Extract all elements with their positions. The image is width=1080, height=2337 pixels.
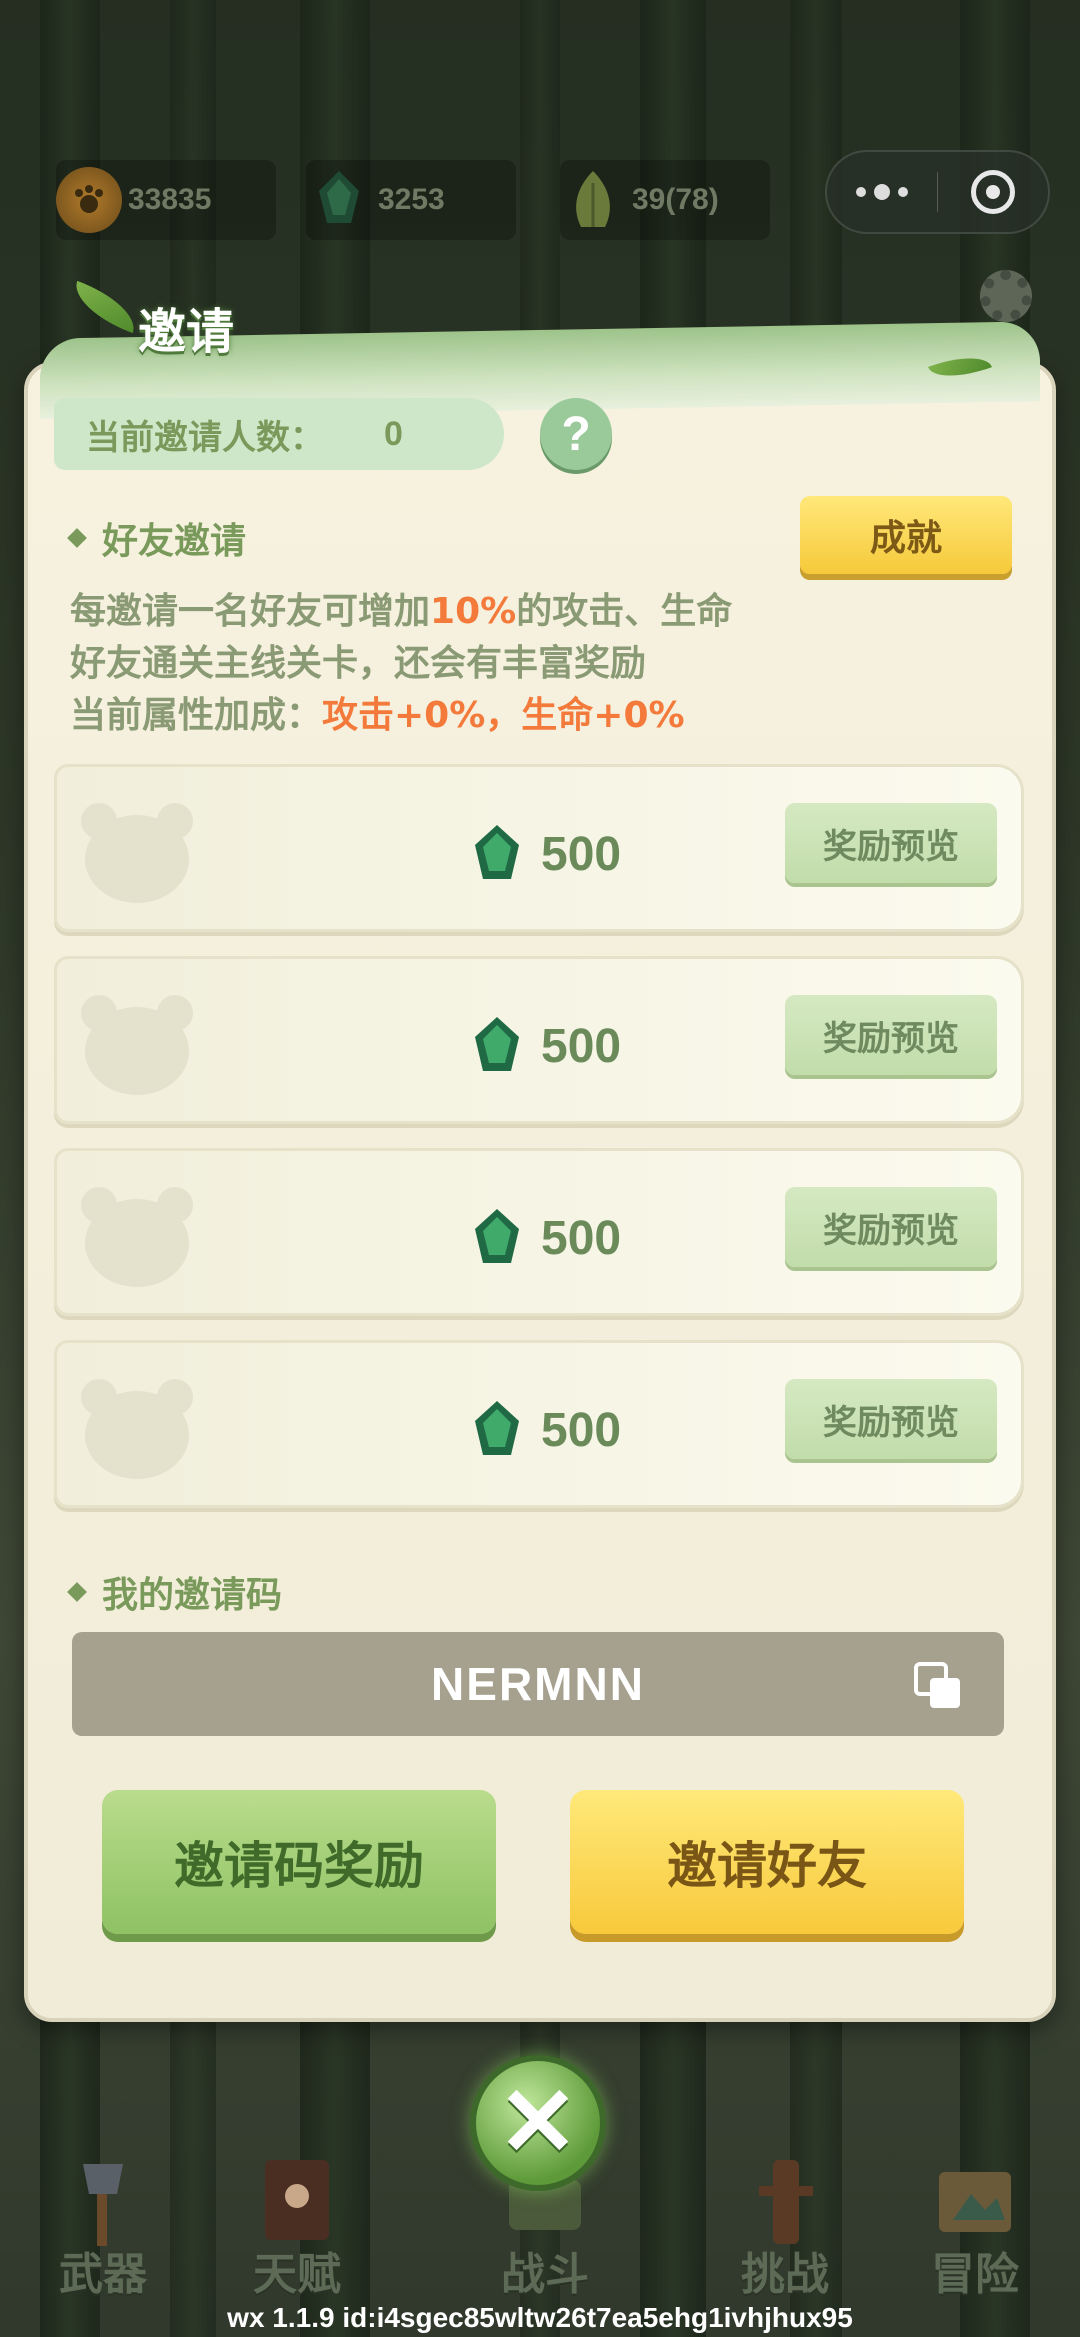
map-icon — [939, 2172, 1011, 2232]
panel-title: 邀请 — [138, 304, 235, 360]
bear-silhouette-icon — [81, 1187, 193, 1287]
bear-silhouette-icon — [81, 803, 193, 903]
attack-bonus-percent: 10% — [430, 591, 517, 632]
bamboo-shoot-icon — [560, 167, 626, 233]
nav-label: 战斗 — [501, 2249, 589, 2300]
settings-gear-icon[interactable] — [980, 270, 1032, 322]
reward-amount: 500 — [541, 828, 622, 881]
currency-bamboo-shoots: 39(78) — [560, 160, 770, 240]
invite-description-line1: 每邀请一名好友可增加10%的攻击、生命 — [70, 591, 733, 632]
close-icon: ✕ — [497, 2069, 579, 2176]
invite-code-reward-button[interactable]: 邀请码奖励 — [102, 1790, 496, 1934]
friend-invite-heading: 好友邀请 — [67, 512, 247, 564]
help-button[interactable]: ? — [540, 398, 612, 470]
nav-item-weapons[interactable]: 武器 — [18, 2130, 188, 2310]
reward-amount: 500 — [541, 1212, 622, 1265]
invite-reward-slot: 500 奖励预览 — [54, 1340, 1024, 1508]
nav-label: 天赋 — [253, 2249, 341, 2300]
reward-preview-button[interactable]: 奖励预览 — [785, 1187, 997, 1267]
reward-preview-button[interactable]: 奖励预览 — [785, 995, 997, 1075]
bear-silhouette-icon — [81, 995, 193, 1095]
reward-amount: 500 — [541, 1404, 622, 1457]
invite-count-label: 当前邀请人数： — [86, 417, 324, 458]
version-info: wx 1.1.9 id:i4sgec85wltw26t7ea5ehg1ivhjh… — [227, 2302, 853, 2333]
invite-code-title: 我的邀请码 — [102, 1575, 283, 1616]
diamond-bullet-icon — [67, 1582, 87, 1602]
nav-label: 挑战 — [741, 2249, 829, 2300]
book-icon — [265, 2160, 329, 2240]
nav-label: 冒险 — [931, 2249, 1019, 2300]
friend-invite-title: 好友邀请 — [102, 521, 247, 562]
invite-count-box: 当前邀请人数： 0 — [54, 398, 504, 470]
current-bonus-value: 攻击+0%，生命+0% — [322, 695, 685, 736]
mini-program-capsule — [825, 150, 1050, 234]
green-gem-icon — [306, 167, 372, 233]
nav-item-adventure[interactable]: 冒险 — [890, 2130, 1060, 2310]
invite-reward-slot: 500 奖励预览 — [54, 1148, 1024, 1316]
currency-paw-coins: 33835 — [56, 160, 276, 240]
paw-coin-icon — [56, 167, 122, 233]
invite-code-heading: 我的邀请码 — [67, 1566, 283, 1618]
more-dots-icon[interactable] — [827, 184, 937, 200]
green-gem-icon — [475, 825, 519, 879]
reward-amount: 500 — [541, 1020, 622, 1073]
target-circle-icon[interactable] — [938, 170, 1048, 214]
currency-gems: 3253 — [306, 160, 516, 240]
copy-icon[interactable] — [912, 1660, 964, 1712]
invite-reward-slot: 500 奖励预览 — [54, 956, 1024, 1124]
green-gem-icon — [475, 1017, 519, 1071]
invite-reward-slot: 500 奖励预览 — [54, 764, 1024, 932]
invite-count-value: 0 — [384, 414, 403, 453]
nav-label: 武器 — [59, 2249, 147, 2300]
invite-code-box[interactable]: NERMNN — [72, 1632, 1004, 1736]
diamond-bullet-icon — [67, 528, 87, 548]
reward-preview-button[interactable]: 奖励预览 — [785, 803, 997, 883]
green-gem-icon — [475, 1209, 519, 1263]
nav-item-challenge[interactable]: 挑战 — [700, 2130, 870, 2310]
paw-coin-value: 33835 — [128, 183, 212, 216]
invite-code-value: NERMNN — [431, 1658, 645, 1710]
bear-silhouette-icon — [81, 1379, 193, 1479]
green-gem-icon — [475, 1401, 519, 1455]
nav-item-talents[interactable]: 天赋 — [212, 2130, 382, 2310]
invite-description-line2: 好友通关主线关卡，还会有丰富奖励 — [70, 643, 647, 684]
wooden-dummy-icon — [759, 2160, 813, 2244]
invite-friend-button[interactable]: 邀请好友 — [570, 1790, 964, 1934]
axe-icon — [83, 2164, 123, 2246]
reward-preview-button[interactable]: 奖励预览 — [785, 1379, 997, 1459]
bamboo-shoot-value: 39(78) — [632, 183, 719, 216]
gem-value: 3253 — [378, 183, 445, 216]
achievement-button[interactable]: 成就 — [800, 496, 1012, 574]
close-button[interactable]: ✕ — [470, 2055, 606, 2191]
current-bonus-line: 当前属性加成：攻击+0%，生命+0% — [70, 695, 685, 736]
